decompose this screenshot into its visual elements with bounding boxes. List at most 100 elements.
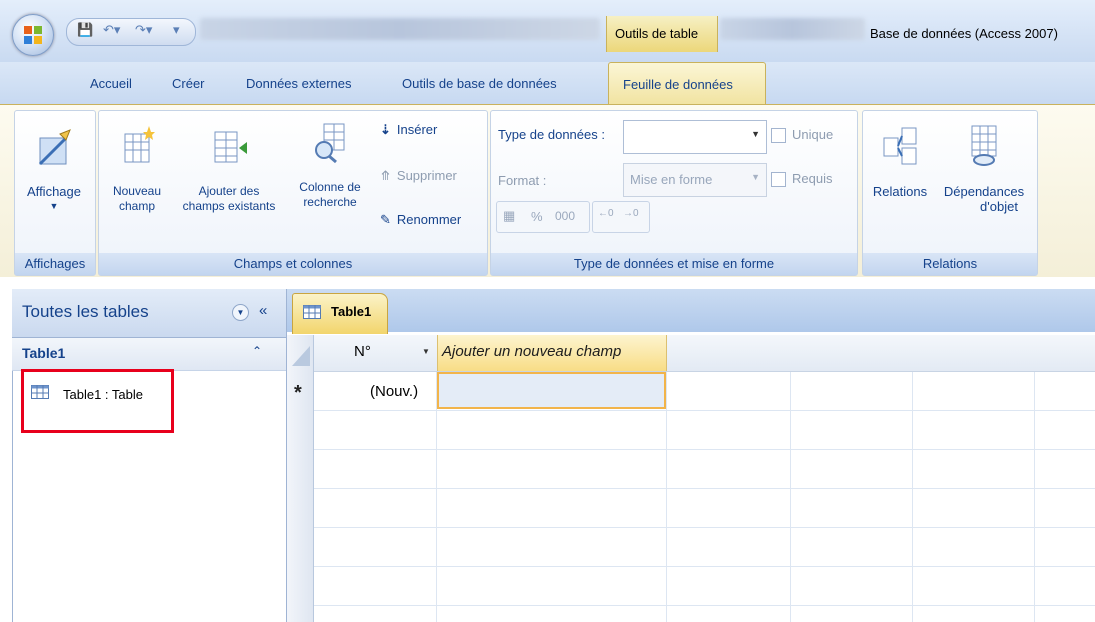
blurred-title-text — [200, 18, 600, 40]
dependencies-label-2: d'objet — [980, 199, 1018, 214]
new-field-button[interactable]: Nouveau champ — [100, 120, 174, 240]
chevron-down-icon: ▼ — [751, 172, 760, 182]
quick-access-toolbar: 💾 ↶▾ ↷▾ ▾ — [66, 18, 196, 46]
grid-line — [1034, 335, 1035, 622]
collapse-pane-icon[interactable]: « — [259, 302, 267, 319]
format-value: Mise en forme — [630, 172, 713, 187]
tab-outils-base-donnees[interactable]: Outils de base de données — [402, 76, 557, 91]
app-title: Base de données (Access 2007) — [870, 26, 1058, 41]
row-selector-column — [287, 335, 314, 622]
add-existing-fields-icon — [214, 131, 247, 163]
grid-line — [287, 527, 1095, 528]
document-tab-strip — [287, 289, 1095, 332]
nav-pane-title: Toutes les tables — [22, 302, 149, 321]
object-dependencies-button[interactable]: Dépendances d'objet — [936, 120, 1032, 240]
view-icon — [38, 129, 71, 166]
relations-button[interactable]: Relations — [864, 120, 936, 240]
unique-checkbox[interactable] — [771, 128, 786, 143]
context-tab-header: Outils de table — [606, 16, 718, 52]
relations-label: Relations — [872, 184, 928, 199]
new-row-id-cell[interactable]: (Nouv.) — [370, 383, 418, 400]
thousands-button[interactable]: 000 — [555, 209, 575, 223]
add-existing-label-1: Ajouter des — [198, 184, 260, 198]
grid-line — [287, 410, 1095, 411]
grid-line — [287, 566, 1095, 567]
new-field-label-1: Nouveau — [112, 184, 162, 198]
tab-feuille-label: Feuille de données — [623, 77, 733, 92]
unique-label: Unique — [792, 127, 834, 142]
add-existing-label-2: champs existants — [182, 199, 276, 213]
relations-icon — [883, 127, 917, 165]
new-row-marker: * — [294, 382, 302, 404]
lookup-column-icon — [315, 123, 345, 164]
lookup-label-2: recherche — [303, 195, 357, 209]
add-field-label: Ajouter un nouveau champ — [442, 343, 622, 360]
select-all-icon — [292, 346, 310, 366]
lookup-column-button[interactable]: Colonne de recherche — [290, 120, 370, 240]
rename-icon: ✎ — [380, 212, 391, 227]
document-tab-table1[interactable]: Table1 — [292, 293, 388, 334]
grid-line — [287, 449, 1095, 450]
group-affichages-label: Affichages — [15, 253, 95, 275]
format-dropdown[interactable]: Mise en forme ▼ — [623, 163, 767, 197]
grid-line — [790, 335, 791, 622]
chevron-down-icon[interactable]: ▼ — [422, 347, 430, 356]
rename-button[interactable]: ✎ Renommer — [380, 212, 461, 228]
delete-button[interactable]: ⤊ Supprimer — [380, 168, 457, 184]
save-icon[interactable]: 💾 — [77, 22, 93, 38]
group-champs-label: Champs et colonnes — [99, 253, 487, 275]
select-all-corner[interactable] — [290, 340, 312, 368]
selected-new-field-cell[interactable] — [437, 372, 666, 409]
nav-menu-dropdown-icon[interactable]: ▼ — [232, 304, 249, 321]
table-icon — [303, 305, 321, 319]
office-button[interactable] — [12, 14, 54, 56]
column-header-add-field[interactable]: Ajouter un nouveau champ — [437, 335, 667, 371]
redo-icon[interactable]: ↷▾ — [135, 22, 152, 38]
view-button[interactable]: Affichage ▼ — [16, 120, 92, 240]
context-tab-label: Outils de table — [615, 26, 699, 41]
undo-icon[interactable]: ↶▾ — [103, 22, 120, 38]
group-types-label: Type de données et mise en forme — [491, 253, 857, 275]
decrease-decimal-icon[interactable]: →0 — [623, 208, 639, 219]
add-existing-fields-button[interactable]: Ajouter des champs existants — [172, 120, 286, 240]
chevron-down-icon: ▼ — [751, 129, 760, 139]
required-label: Requis — [792, 171, 833, 186]
data-type-dropdown[interactable]: ▼ — [623, 120, 767, 154]
office-logo-icon — [24, 26, 42, 44]
collapse-group-icon[interactable]: ⌃ — [252, 344, 262, 358]
column-header-id[interactable]: N° ▼ — [314, 335, 436, 371]
increase-decimal-icon[interactable]: ←0 — [598, 208, 614, 219]
percent-button[interactable]: % — [531, 209, 543, 224]
grid-line — [666, 335, 667, 622]
document-tab-label: Table1 — [331, 304, 372, 319]
rename-label: Renommer — [396, 212, 462, 227]
object-dependencies-icon — [971, 125, 997, 166]
grid-line — [912, 335, 913, 622]
nav-group-title: Table1 — [22, 345, 66, 361]
decimal-buttons: ←0 →0 — [592, 201, 650, 233]
blurred-title-text-2 — [720, 18, 865, 40]
group-relations-label: Relations — [863, 253, 1037, 275]
currency-icon[interactable]: ▦ — [503, 208, 515, 224]
chevron-down-icon: ▼ — [49, 201, 59, 211]
customize-qat-icon[interactable]: ▾ — [173, 22, 180, 38]
table-icon — [31, 385, 49, 399]
view-button-label: Affichage — [27, 184, 81, 199]
grid-line — [287, 488, 1095, 489]
required-checkbox[interactable] — [771, 172, 786, 187]
tab-donnees-externes[interactable]: Données externes — [246, 76, 352, 91]
delete-label: Supprimer — [396, 168, 457, 183]
new-field-icon — [124, 126, 155, 163]
insert-button[interactable]: ⇣ Insérer — [380, 122, 437, 138]
nav-item-table1[interactable]: Table1 : Table — [63, 387, 143, 402]
delete-column-icon: ⤊ — [380, 168, 391, 183]
column-id-label: N° — [354, 343, 371, 360]
tab-creer[interactable]: Créer — [172, 76, 205, 91]
tab-feuille-de-donnees[interactable]: Feuille de données — [608, 62, 766, 105]
number-format-buttons: ▦ % 000 — [496, 201, 590, 233]
data-type-label: Type de données : — [498, 127, 605, 142]
dependencies-label-1: Dépendances — [943, 184, 1025, 199]
tab-accueil[interactable]: Accueil — [90, 76, 132, 91]
new-field-label-2: champ — [118, 199, 156, 213]
grid-line — [287, 605, 1095, 606]
